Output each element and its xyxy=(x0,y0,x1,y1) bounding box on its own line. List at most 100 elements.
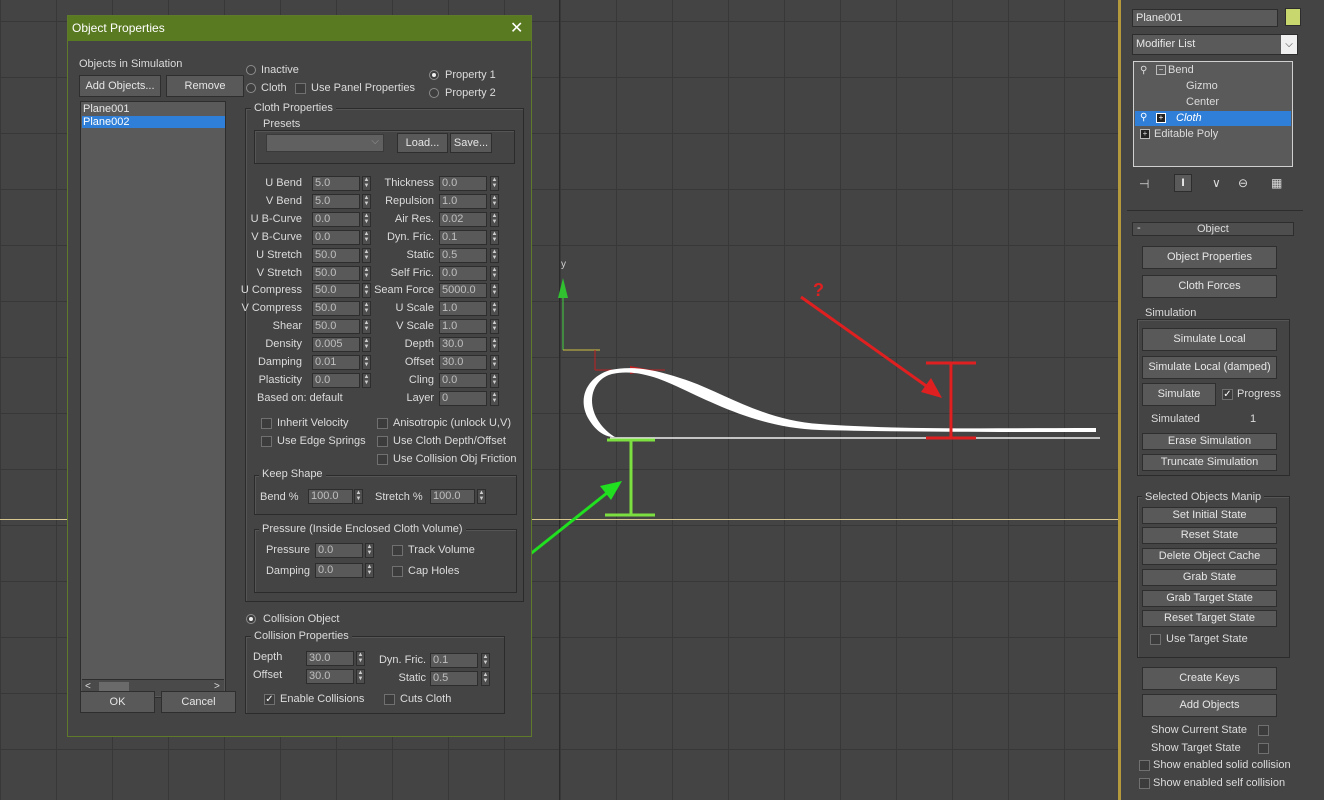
progress-checkbox[interactable]: ✓ xyxy=(1222,389,1233,400)
collision-object-radio[interactable] xyxy=(246,614,256,624)
show-self-collision-checkbox[interactable] xyxy=(1139,778,1150,789)
cloth-param-right-field[interactable]: 5000.0 xyxy=(439,283,487,299)
truncate-simulation-button[interactable]: Truncate Simulation xyxy=(1142,454,1277,471)
cuts-cloth-checkbox[interactable] xyxy=(384,694,395,705)
collapse-icon[interactable]: − xyxy=(1156,65,1166,75)
cloth-param-field[interactable]: 50.0 xyxy=(312,247,360,263)
list-item-selected[interactable]: Plane002 xyxy=(82,116,225,128)
use-cloth-depth-checkbox[interactable] xyxy=(377,436,388,447)
lightbulb-icon[interactable]: ⚲ xyxy=(1140,112,1147,123)
cloth-param-right-spinner[interactable]: ▲ ▼ xyxy=(490,176,499,191)
expand-icon[interactable]: + xyxy=(1140,129,1150,139)
objects-list[interactable]: Plane001 Plane002 < > xyxy=(80,101,226,698)
erase-simulation-button[interactable]: Erase Simulation xyxy=(1142,433,1277,450)
cloth-param-field[interactable]: 0.01 xyxy=(312,355,360,370)
cloth-param-right-field[interactable]: 0.0 xyxy=(439,265,487,281)
modifier-stack[interactable]: ⚲ − Bend Gizmo Center ⚲ + Cloth + Editab… xyxy=(1133,61,1293,167)
cloth-param-field[interactable]: 50.0 xyxy=(312,265,360,281)
cloth-param-right-spinner[interactable]: ▲ ▼ xyxy=(490,211,499,227)
reset-target-state-button[interactable]: Reset Target State xyxy=(1142,610,1277,627)
col-depth-field[interactable]: 30.0 xyxy=(306,651,354,666)
reset-state-button[interactable]: Reset State xyxy=(1142,527,1277,544)
pressure-damping-field[interactable]: 0.0 xyxy=(315,563,363,578)
cloth-param-field[interactable]: 0.0 xyxy=(312,211,360,227)
add-objects-panel-button[interactable]: Add Objects xyxy=(1142,694,1277,717)
delete-object-cache-button[interactable]: Delete Object Cache xyxy=(1142,548,1277,565)
cloth-param-right-field[interactable]: 1.0 xyxy=(439,319,487,335)
object-rollout-header[interactable]: - Object xyxy=(1132,222,1294,236)
col-dynfric-spinner[interactable]: ▲ ▼ xyxy=(481,653,490,668)
show-end-result-icon[interactable]: I xyxy=(1174,174,1192,192)
cloth-param-field[interactable]: 5.0 xyxy=(312,176,360,191)
cloth-param-field[interactable]: 0.005 xyxy=(312,337,360,353)
enable-collisions-checkbox[interactable]: ✓ xyxy=(264,694,275,705)
cloth-param-field[interactable]: 0.0 xyxy=(312,229,360,245)
create-keys-button[interactable]: Create Keys xyxy=(1142,667,1277,690)
grab-state-button[interactable]: Grab State xyxy=(1142,569,1277,586)
stack-item-editable-poly[interactable]: Editable Poly xyxy=(1154,128,1218,140)
col-offset-spinner[interactable]: ▲ ▼ xyxy=(356,669,365,684)
presets-dropdown[interactable]: ⌵ xyxy=(266,134,384,152)
col-offset-field[interactable]: 30.0 xyxy=(306,669,354,684)
cloth-param-right-spinner[interactable]: ▲ ▼ xyxy=(490,337,499,353)
cloth-param-right-field[interactable]: 1.0 xyxy=(439,301,487,317)
stack-item-center[interactable]: Center xyxy=(1186,96,1219,108)
use-collision-friction-checkbox[interactable] xyxy=(377,454,388,465)
cloth-param-field[interactable]: 50.0 xyxy=(312,283,360,299)
pressure-field[interactable]: 0.0 xyxy=(315,543,363,558)
simulate-local-button[interactable]: Simulate Local xyxy=(1142,328,1277,351)
dialog-title-bar[interactable]: Object Properties ✕ xyxy=(68,16,531,41)
save-button[interactable]: Save... xyxy=(450,133,492,153)
object-name-field[interactable]: Plane001 xyxy=(1132,9,1278,27)
grab-target-state-button[interactable]: Grab Target State xyxy=(1142,590,1277,607)
add-objects-button[interactable]: Add Objects... xyxy=(79,75,161,97)
pressure-damping-spinner[interactable]: ▲ ▼ xyxy=(365,563,374,578)
track-volume-checkbox[interactable] xyxy=(392,545,403,556)
cloth-param-right-spinner[interactable]: ▲ ▼ xyxy=(490,301,499,317)
object-properties-button[interactable]: Object Properties xyxy=(1142,246,1277,269)
inactive-radio[interactable] xyxy=(246,65,256,75)
load-button[interactable]: Load... xyxy=(397,133,448,153)
stack-item-bend[interactable]: Bend xyxy=(1168,64,1194,76)
show-target-state-checkbox[interactable] xyxy=(1258,743,1269,754)
modifier-list-dropdown[interactable]: Modifier List ⌵ xyxy=(1132,34,1298,55)
show-solid-collision-checkbox[interactable] xyxy=(1139,760,1150,771)
cap-holes-checkbox[interactable] xyxy=(392,566,403,577)
expand-icon[interactable]: + xyxy=(1156,113,1166,123)
cloth-param-right-field[interactable]: 0.02 xyxy=(439,211,487,227)
inherit-velocity-checkbox[interactable] xyxy=(261,418,272,429)
cloth-param-right-field[interactable]: 0.1 xyxy=(439,229,487,245)
stretch-pct-field[interactable]: 100.0 xyxy=(430,489,475,504)
use-edge-springs-checkbox[interactable] xyxy=(261,436,272,447)
stack-item-gizmo[interactable]: Gizmo xyxy=(1186,80,1218,92)
cloth-param-right-field[interactable]: 0.5 xyxy=(439,247,487,263)
col-static-spinner[interactable]: ▲ ▼ xyxy=(481,671,490,686)
cloth-param-field[interactable]: 5.0 xyxy=(312,193,360,209)
lightbulb-icon[interactable]: ⚲ xyxy=(1140,65,1147,76)
cloth-param-right-field[interactable]: 1.0 xyxy=(439,193,487,209)
cloth-forces-button[interactable]: Cloth Forces xyxy=(1142,275,1277,298)
cloth-param-right-spinner[interactable]: ▲ ▼ xyxy=(490,355,499,370)
col-dynfric-field[interactable]: 0.1 xyxy=(430,653,478,668)
property1-radio[interactable] xyxy=(429,70,439,80)
configure-sets-icon[interactable]: ▦ xyxy=(1271,176,1282,190)
simulate-button[interactable]: Simulate xyxy=(1142,383,1216,406)
cloth-param-right-spinner[interactable]: ▲ ▼ xyxy=(490,319,499,335)
list-item[interactable]: Plane001 xyxy=(82,103,225,115)
pressure-spinner[interactable]: ▲ ▼ xyxy=(365,543,374,558)
remove-button[interactable]: Remove xyxy=(166,75,244,97)
col-depth-spinner[interactable]: ▲ ▼ xyxy=(356,651,365,666)
use-target-state-checkbox[interactable] xyxy=(1150,634,1161,645)
set-initial-state-button[interactable]: Set Initial State xyxy=(1142,507,1277,524)
object-color-swatch[interactable] xyxy=(1285,8,1301,26)
cloth-param-field[interactable]: 0.0 xyxy=(312,372,360,388)
cloth-param-right-spinner[interactable]: ▲ ▼ xyxy=(490,229,499,245)
ok-button[interactable]: OK xyxy=(80,691,155,713)
cloth-param-right-spinner[interactable]: ▲ ▼ xyxy=(490,283,499,299)
cloth-param-right-field[interactable]: 30.0 xyxy=(439,355,487,370)
show-current-state-checkbox[interactable] xyxy=(1258,725,1269,736)
anisotropic-checkbox[interactable] xyxy=(377,418,388,429)
cloth-radio[interactable] xyxy=(246,83,256,93)
simulate-local-damped-button[interactable]: Simulate Local (damped) xyxy=(1142,356,1277,379)
stretch-pct-spinner[interactable]: ▲ ▼ xyxy=(477,489,486,504)
